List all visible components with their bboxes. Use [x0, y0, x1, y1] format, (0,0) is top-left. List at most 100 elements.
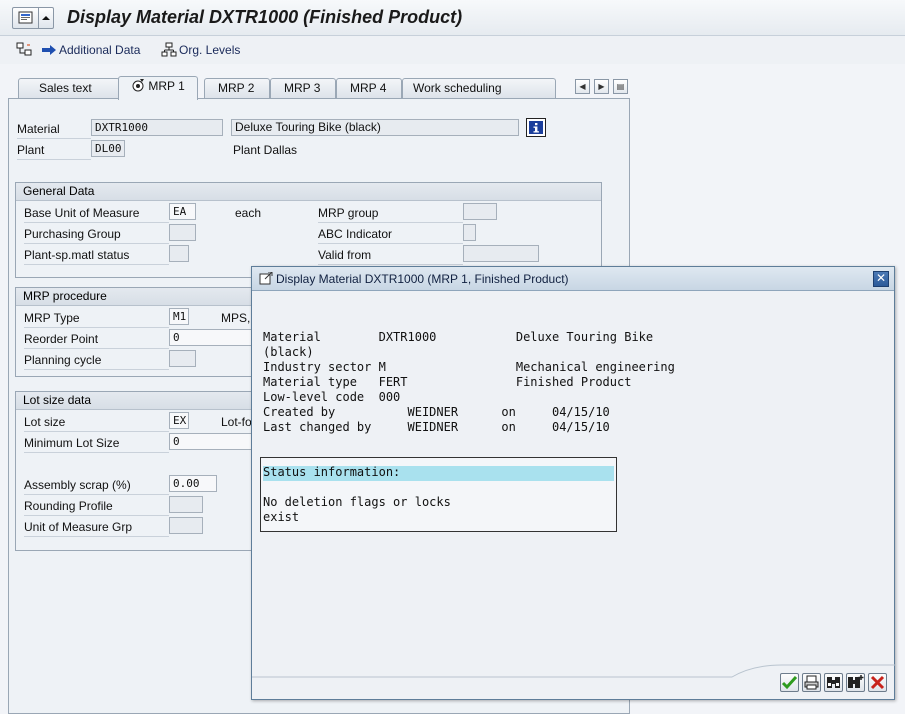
- material-description-field[interactable]: Deluxe Touring Bike (black): [231, 119, 519, 136]
- mrp-group-label: MRP group: [318, 206, 379, 220]
- tab-list-button[interactable]: ▤: [613, 79, 628, 94]
- tab-mrp-3[interactable]: MRP 3: [270, 78, 336, 98]
- group-title: MRP procedure: [16, 288, 274, 306]
- tab-mrp-4[interactable]: MRP 4: [336, 78, 402, 98]
- checkmark-icon: [781, 675, 798, 690]
- application-toolbar: Additional Data Org. Levels: [0, 36, 905, 64]
- divider: [24, 348, 169, 349]
- planning-cycle-field[interactable]: [169, 350, 196, 367]
- dialog-title: Display Material DXTR1000 (MRP 1, Finish…: [276, 272, 569, 286]
- page-title: Display Material DXTR1000 (Finished Prod…: [67, 7, 463, 27]
- mrp-type-text: MPS,: [221, 311, 251, 325]
- lot-size-group: Lot size data Lot size EX Lot-fo Minimum…: [15, 391, 275, 551]
- org-levels-button[interactable]: Org. Levels: [161, 41, 240, 59]
- abc-indicator-field[interactable]: [463, 224, 476, 241]
- divider: [24, 369, 169, 370]
- divider: [17, 138, 91, 139]
- planning-cycle-label: Planning cycle: [24, 353, 102, 367]
- tab-label: MRP 4: [350, 81, 387, 95]
- divider: [24, 494, 169, 495]
- tab-list-icon: ▤: [616, 82, 625, 91]
- divider: [17, 159, 91, 160]
- cancel-x-icon: [870, 675, 885, 690]
- purchasing-group-label: Purchasing Group: [24, 227, 121, 241]
- base-uom-label: Base Unit of Measure: [24, 206, 140, 220]
- assembly-scrap-label: Assembly scrap (%): [24, 478, 131, 492]
- uom-group-label: Unit of Measure Grp: [24, 520, 133, 534]
- cancel-button[interactable]: [868, 673, 887, 692]
- divider: [24, 431, 169, 432]
- info-button[interactable]: [526, 118, 546, 137]
- tab-status-icon: [132, 79, 144, 92]
- plant-status-label: Plant-sp.matl status: [24, 248, 130, 262]
- print-button[interactable]: [802, 673, 821, 692]
- system-menu-button[interactable]: [12, 7, 54, 29]
- dialog-footer-swoosh: [252, 664, 896, 678]
- tab-mrp-2[interactable]: MRP 2: [204, 78, 270, 98]
- system-menu-icon: [13, 8, 39, 28]
- binoculars-plus-icon: [848, 675, 864, 688]
- base-uom-field[interactable]: EA: [169, 203, 196, 220]
- mrp-type-field[interactable]: M1: [169, 308, 189, 325]
- valid-from-field[interactable]: [463, 245, 539, 262]
- tab-work-scheduling[interactable]: Work scheduling: [402, 78, 556, 98]
- mrp-group-field[interactable]: [463, 203, 497, 220]
- additional-data-label: Additional Data: [59, 43, 141, 57]
- tab-label: MRP 3: [284, 81, 321, 95]
- divider: [24, 452, 169, 453]
- general-data-group: General Data Base Unit of Measure EA eac…: [15, 182, 602, 278]
- divider: [24, 264, 169, 265]
- base-uom-text: each: [235, 206, 262, 220]
- divider: [24, 222, 169, 223]
- minimum-lot-size-label: Minimum Lot Size: [24, 436, 120, 450]
- divider: [318, 264, 463, 265]
- tab-label: Sales text: [39, 81, 92, 95]
- tab-scroll-right-button[interactable]: ▶: [594, 79, 609, 94]
- reorder-point-label: Reorder Point: [24, 332, 99, 346]
- info-line-last-changed: Last changed by WEIDNER on 04/15/10: [263, 420, 610, 434]
- dialog-window-icon: [259, 272, 273, 285]
- info-line-low-level-code: Low-level code 000: [263, 390, 401, 404]
- tab-sales-text[interactable]: Sales text: [18, 78, 120, 98]
- lot-size-label: Lot size: [24, 415, 66, 429]
- assembly-scrap-field[interactable]: 0.00: [169, 475, 217, 492]
- triangle-left-icon: ◀: [579, 82, 586, 91]
- material-field[interactable]: DXTR1000: [91, 119, 223, 136]
- printer-icon: [804, 675, 819, 690]
- dialog-close-button[interactable]: ✕: [873, 271, 889, 287]
- purchasing-group-field[interactable]: [169, 224, 196, 241]
- org-structure-icon: [161, 42, 177, 57]
- group-title: Lot size data: [16, 392, 274, 410]
- additional-data-button[interactable]: Additional Data: [41, 41, 140, 59]
- tab-label: Work scheduling: [413, 81, 502, 95]
- uom-group-field[interactable]: [169, 517, 203, 534]
- divider: [24, 515, 169, 516]
- info-line-material-cont: (black): [263, 345, 314, 359]
- mrp-procedure-group: MRP procedure MRP Type M1 MPS, Reorder P…: [15, 287, 275, 377]
- info-icon: [529, 121, 543, 134]
- continue-button[interactable]: [780, 673, 799, 692]
- status-header: Status information:: [263, 465, 401, 479]
- divider: [24, 243, 169, 244]
- hierarchy-icon: [16, 42, 32, 56]
- dialog-title-bar[interactable]: Display Material DXTR1000 (MRP 1, Finish…: [252, 267, 894, 291]
- rounding-profile-label: Rounding Profile: [24, 499, 113, 513]
- tab-scroll-left-button[interactable]: ◀: [575, 79, 590, 94]
- lot-size-text: Lot-fo: [221, 415, 252, 429]
- tab-mrp-1[interactable]: MRP 1: [118, 76, 198, 100]
- plant-description: Plant Dallas: [233, 143, 298, 157]
- tab-label: MRP 1: [148, 79, 185, 93]
- tab-strip: Sales text MRP 1 MRP 2 MRP 3 MRP 4 Work …: [8, 76, 630, 100]
- group-title: General Data: [16, 183, 601, 201]
- find-button[interactable]: [824, 673, 843, 692]
- close-icon: ✕: [875, 271, 887, 285]
- info-line-material-type: Material type FERT Finished Product: [263, 375, 632, 389]
- plant-status-field[interactable]: [169, 245, 189, 262]
- find-next-button[interactable]: [846, 673, 865, 692]
- status-information-box: Status information: No deletion flags or…: [260, 457, 617, 532]
- lot-size-field[interactable]: EX: [169, 412, 189, 429]
- rounding-profile-field[interactable]: [169, 496, 203, 513]
- plant-field[interactable]: DL00: [91, 140, 125, 157]
- other-material-button[interactable]: [16, 41, 32, 59]
- triangle-right-icon: ▶: [598, 82, 605, 91]
